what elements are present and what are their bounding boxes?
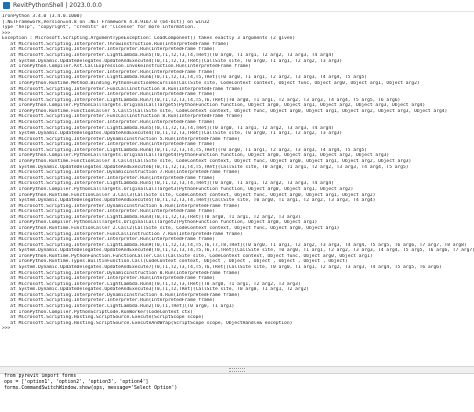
console-line: at System.Dynamic.UpdateDelegates.Update… (2, 265, 442, 271)
editor-code-text: forms.CommandSwitchWindow.show(ops, mess… (4, 386, 178, 392)
console-line: at IronPython.Runtime.FunctionCaller`4.C… (2, 159, 412, 165)
console-prompt: >>> (2, 326, 14, 332)
window-titlebar[interactable]: RevitPythonShell | 2023.0.0.0 (0, 0, 474, 12)
console-line: at IronPython.Runtime.Method.Binding.Pyt… (2, 80, 420, 86)
window-title: RevitPythonShell | 2023.0.0.0 (13, 2, 102, 9)
splitter[interactable] (0, 366, 474, 374)
console-line: at IronPython.Compiler.PythonCallTargets… (2, 103, 426, 109)
revit-python-shell-icon (3, 2, 10, 9)
console-output[interactable]: IronPython 3.4.0 (3.4.0.1000) [.NETFramew… (0, 12, 474, 364)
script-editor[interactable]: from pyrevit import forms ops = ['option1… (0, 374, 474, 412)
editor-gutter (0, 398, 4, 405)
splitter-grip-icon (229, 368, 245, 372)
editor-line[interactable] (0, 398, 474, 405)
